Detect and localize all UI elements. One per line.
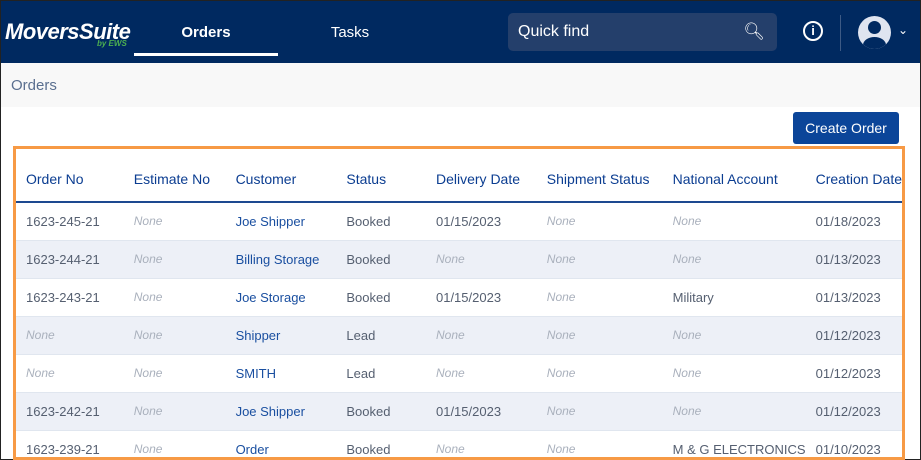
table-row[interactable]: 1623-242-21 None Joe Shipper Booked 01/15/20… <box>16 392 902 431</box>
table-cell: None <box>425 316 537 355</box>
table-cell: None <box>662 316 806 355</box>
orders-table-container: Order No Estimate No Customer Status Deliver… <box>13 146 905 460</box>
table-cell: None <box>123 240 226 279</box>
table-cell: None <box>662 240 806 279</box>
table-cell: None <box>123 202 226 241</box>
table-cell: None <box>662 354 806 393</box>
search-placeholder: Quick find <box>518 23 590 40</box>
table-row[interactable]: 1623-239-21 None Order Booked None None M & G … <box>16 430 902 457</box>
table-cell: M & G ELECTRONICS <box>662 430 806 457</box>
table-cell: None <box>536 316 663 355</box>
table-cell: 01/12/2023 <box>805 354 902 393</box>
table-cell: 01/10/2023 <box>805 430 902 457</box>
table-cell: 01/13/2023 <box>805 278 902 317</box>
table-cell: None <box>536 278 663 317</box>
table-cell: Lead <box>336 354 426 393</box>
table-row[interactable]: None None SMITH Lead None None None 01/12/2023 <box>16 354 902 393</box>
app-header: MoversSuite by EWS Orders Tasks Quick fi… <box>1 1 920 63</box>
table-cell: Booked <box>336 278 426 317</box>
table-cell[interactable]: Billing Storage <box>225 240 337 279</box>
divider <box>840 15 841 51</box>
table-row[interactable]: None None Shipper Lead None None None 01/12/202… <box>16 316 902 355</box>
table-cell[interactable]: Order <box>225 430 337 457</box>
table-cell: None <box>16 316 124 355</box>
table-cell: None <box>425 240 537 279</box>
table-cell: 1623-243-21 <box>16 278 124 317</box>
table-cell: 01/13/2023 <box>805 240 902 279</box>
column-header[interactable]: Delivery Date <box>425 149 537 203</box>
column-header[interactable]: National Account <box>662 149 806 203</box>
column-header[interactable]: Status <box>336 149 426 203</box>
table-cell: 1623-242-21 <box>16 392 124 431</box>
table-cell: 1623-239-21 <box>16 430 124 457</box>
column-header[interactable]: Customer <box>225 149 337 203</box>
table-cell: None <box>123 278 226 317</box>
breadcrumb-bar: Orders <box>1 63 920 107</box>
table-cell[interactable]: Joe Storage <box>225 278 337 317</box>
table-cell: 01/12/2023 <box>805 316 902 355</box>
search-icon[interactable]: 🔍︎ <box>743 13 765 51</box>
table-cell: None <box>123 354 226 393</box>
table-cell: None <box>536 202 663 241</box>
table-cell: None <box>425 354 537 393</box>
table-cell: None <box>123 430 226 457</box>
table-cell: None <box>536 392 663 431</box>
column-header[interactable]: Order No <box>16 149 124 203</box>
table-row[interactable]: 1623-243-21 None Joe Storage Booked 01/15/20… <box>16 278 902 317</box>
breadcrumb: Orders <box>11 77 57 94</box>
user-avatar-icon[interactable] <box>858 16 891 49</box>
table-cell[interactable]: Joe Shipper <box>225 392 337 431</box>
orders-table: Order No Estimate No Customer Status Deliver… <box>16 149 902 457</box>
info-icon[interactable]: i <box>803 21 823 41</box>
table-cell: 01/12/2023 <box>805 392 902 431</box>
table-cell: Booked <box>336 392 426 431</box>
table-cell: None <box>536 430 663 457</box>
table-cell: None <box>662 202 806 241</box>
column-header[interactable]: Creation Date <box>805 149 902 203</box>
table-cell: None <box>536 240 663 279</box>
table-cell: Military <box>662 278 806 317</box>
quick-find-input[interactable]: Quick find 🔍︎ <box>508 13 777 51</box>
tab-orders[interactable]: Orders <box>134 1 278 56</box>
logo-sub: by EWS <box>97 39 127 48</box>
column-header[interactable]: Estimate No <box>123 149 226 203</box>
table-cell: Booked <box>336 240 426 279</box>
table-cell[interactable]: Shipper <box>225 316 337 355</box>
table-cell: Lead <box>336 316 426 355</box>
chevron-down-icon[interactable]: ⌄ <box>898 23 908 37</box>
table-cell[interactable]: SMITH <box>225 354 337 393</box>
table-cell: 1623-245-21 <box>16 202 124 241</box>
table-row[interactable]: 1623-244-21 None Billing Storage Booked None… <box>16 240 902 279</box>
table-cell: None <box>16 354 124 393</box>
table-row[interactable]: 1623-245-21 None Joe Shipper Booked 01/15/20… <box>16 202 902 241</box>
tab-tasks[interactable]: Tasks <box>278 1 422 57</box>
table-cell: None <box>662 392 806 431</box>
create-order-button[interactable]: Create Order <box>793 112 899 144</box>
table-cell: None <box>425 430 537 457</box>
table-cell: 01/15/2023 <box>425 278 537 317</box>
table-cell: Booked <box>336 202 426 241</box>
column-header[interactable]: Shipment Status <box>536 149 663 203</box>
table-cell: None <box>536 354 663 393</box>
table-cell: Booked <box>336 430 426 457</box>
table-cell: None <box>123 392 226 431</box>
table-cell: 1623-244-21 <box>16 240 124 279</box>
table-cell: 01/15/2023 <box>425 392 537 431</box>
table-cell: 01/15/2023 <box>425 202 537 241</box>
table-cell: 01/18/2023 <box>805 202 902 241</box>
table-cell[interactable]: Joe Shipper <box>225 202 337 241</box>
table-cell: None <box>123 316 226 355</box>
